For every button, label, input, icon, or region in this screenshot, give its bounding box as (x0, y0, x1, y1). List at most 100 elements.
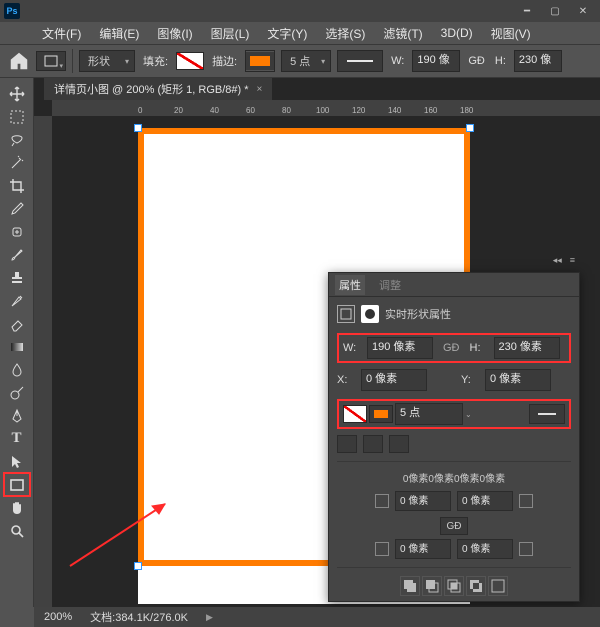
tool-palette: T (0, 78, 34, 607)
close-window-button[interactable]: ✕ (570, 2, 596, 20)
prop-h-label: H: (470, 342, 488, 354)
corner-br-check[interactable] (519, 542, 533, 556)
stroke-corner-button[interactable] (389, 435, 409, 453)
document-tab[interactable]: 详情页小图 @ 200% (矩形 1, RGB/8#) * × (44, 78, 272, 100)
tab-adjustments[interactable]: 调整 (375, 275, 405, 295)
height-input[interactable]: 230 像 (514, 50, 562, 72)
eyedropper-tool[interactable] (4, 197, 30, 220)
document-title: 详情页小图 @ 200% (矩形 1, RGB/8#) * (54, 81, 249, 97)
shape-icon (337, 305, 355, 323)
link-wh-icon[interactable]: GĐ (439, 342, 464, 354)
fill-swatch[interactable] (176, 52, 204, 70)
menu-3d[interactable]: 3D(D) (433, 24, 481, 42)
app-logo: Ps (4, 3, 20, 19)
stamp-tool[interactable] (4, 266, 30, 289)
tab-properties[interactable]: 属性 (335, 275, 365, 295)
marquee-tool[interactable] (4, 105, 30, 128)
stroke-width-input[interactable]: 5 点 (281, 50, 331, 72)
ruler-vertical[interactable] (34, 116, 52, 607)
stroke-color-swatch[interactable] (245, 50, 275, 72)
move-tool[interactable] (4, 82, 30, 105)
pathop-exclude[interactable] (466, 576, 486, 596)
corner-bl-check[interactable] (375, 542, 389, 556)
minimize-button[interactable]: ━ (514, 2, 540, 20)
stroke-cap-button[interactable] (363, 435, 383, 453)
menu-filter[interactable]: 滤镜(T) (375, 23, 430, 44)
shape-mode-select[interactable]: 形状 (79, 50, 135, 72)
pathop-combine[interactable] (400, 576, 420, 596)
menu-file[interactable]: 文件(F) (34, 23, 89, 44)
menu-view[interactable]: 视图(V) (483, 23, 539, 44)
zoom-tool[interactable] (4, 519, 30, 542)
selection-handle[interactable] (134, 124, 142, 132)
panel-fill-swatch[interactable] (343, 405, 367, 423)
type-tool[interactable]: T (4, 427, 30, 450)
rectangle-tool[interactable] (4, 473, 30, 496)
blur-tool[interactable] (4, 358, 30, 381)
tool-preset[interactable] (36, 51, 66, 71)
options-bar: 形状 填充: 描边: 5 点 W: 190 像 GĐ H: 230 像 (0, 44, 600, 78)
height-label: H: (493, 55, 508, 67)
selection-handle[interactable] (466, 124, 474, 132)
panel-stroke-width[interactable]: 5 点 (395, 403, 463, 425)
pathop-subtract[interactable] (422, 576, 442, 596)
prop-x-input[interactable]: 0 像素 (361, 369, 427, 391)
prop-w-input[interactable]: 190 像素 (367, 337, 433, 359)
history-brush-tool[interactable] (4, 289, 30, 312)
doc-info[interactable]: 文档:384.1K/276.0K (90, 609, 188, 625)
close-tab-icon[interactable]: × (257, 84, 263, 95)
gradient-tool[interactable] (4, 335, 30, 358)
link-wh-icon[interactable]: GĐ (466, 55, 487, 67)
ruler-horizontal[interactable]: 0 20 40 60 80 100 120 140 160 180 (52, 100, 600, 116)
pathop-merge[interactable] (488, 576, 508, 596)
menu-edit[interactable]: 编辑(E) (91, 23, 147, 44)
annotation-arrow (60, 496, 180, 576)
panel-stroke-swatch[interactable] (369, 405, 393, 423)
hand-tool[interactable] (4, 496, 30, 519)
menu-select[interactable]: 选择(S) (317, 23, 373, 44)
stroke-label: 描边: (210, 53, 239, 69)
maximize-button[interactable]: ▢ (542, 2, 568, 20)
eraser-tool[interactable] (4, 312, 30, 335)
link-corners-icon[interactable]: GĐ (440, 517, 468, 535)
prop-w-label: W: (343, 342, 361, 354)
menu-layer[interactable]: 图层(L) (203, 23, 258, 44)
prop-y-input[interactable]: 0 像素 (485, 369, 551, 391)
corners-readout: 0像素0像素0像素0像素 (337, 470, 571, 485)
title-bar: Ps ━ ▢ ✕ (0, 0, 600, 22)
prop-x-label: X: (337, 374, 355, 386)
panel-title: 实时形状属性 (385, 306, 451, 322)
stroke-style-select[interactable] (337, 50, 383, 72)
menu-type[interactable]: 文字(Y) (259, 23, 315, 44)
stroke-align-button[interactable] (337, 435, 357, 453)
pen-tool[interactable] (4, 404, 30, 427)
panel-stroke-style[interactable] (529, 404, 565, 424)
corner-bl-input[interactable]: 0 像素 (395, 539, 451, 559)
brush-tool[interactable] (4, 243, 30, 266)
width-input[interactable]: 190 像 (412, 50, 460, 72)
panel-menu-icon[interactable]: ◂◂≡ (553, 255, 575, 266)
home-icon[interactable] (8, 50, 30, 72)
properties-panel[interactable]: ◂◂≡ 属性 调整 实时形状属性 W: 190 像素 GĐ H: 230 像素 … (328, 272, 580, 602)
healing-tool[interactable] (4, 220, 30, 243)
zoom-level[interactable]: 200% (44, 611, 72, 623)
dodge-tool[interactable] (4, 381, 30, 404)
corner-tr-check[interactable] (519, 494, 533, 508)
status-bar: 200% 文档:384.1K/276.0K ▶ (34, 607, 600, 627)
lasso-tool[interactable] (4, 128, 30, 151)
pathop-intersect[interactable] (444, 576, 464, 596)
fill-label: 填充: (141, 53, 170, 69)
mask-icon (361, 305, 379, 323)
width-label: W: (389, 55, 406, 67)
magic-wand-tool[interactable] (4, 151, 30, 174)
corner-br-input[interactable]: 0 像素 (457, 539, 513, 559)
prop-y-label: Y: (461, 374, 479, 386)
corner-tl-input[interactable]: 0 像素 (395, 491, 451, 511)
corner-tr-input[interactable]: 0 像素 (457, 491, 513, 511)
crop-tool[interactable] (4, 174, 30, 197)
path-select-tool[interactable] (4, 450, 30, 473)
corner-tl-check[interactable] (375, 494, 389, 508)
prop-h-input[interactable]: 230 像素 (494, 337, 560, 359)
menu-image[interactable]: 图像(I) (149, 23, 200, 44)
menu-bar: 文件(F) 编辑(E) 图像(I) 图层(L) 文字(Y) 选择(S) 滤镜(T… (0, 22, 600, 44)
